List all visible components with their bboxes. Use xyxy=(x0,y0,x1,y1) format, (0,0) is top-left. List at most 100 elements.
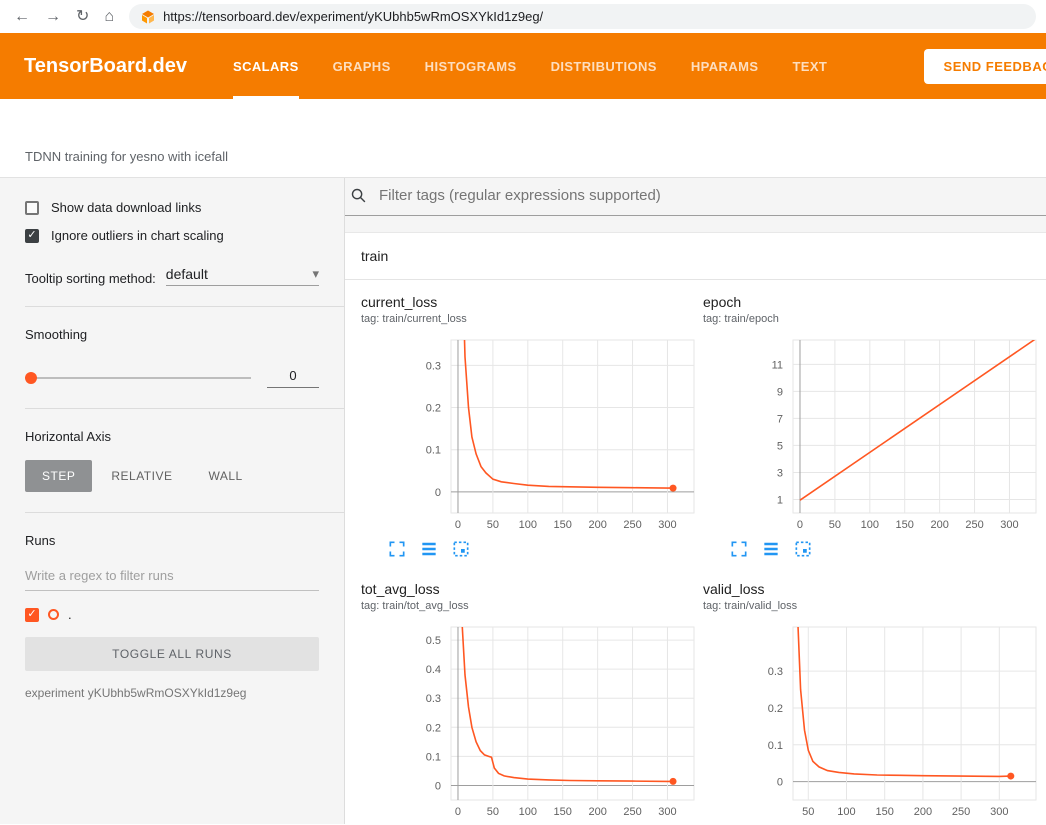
chart-plot[interactable]: 00.10.20.350100150200250300 xyxy=(703,622,1038,822)
home-icon[interactable]: ⌂ xyxy=(104,9,114,25)
expand-chart-icon[interactable] xyxy=(387,539,407,559)
smoothing-slider[interactable] xyxy=(25,377,251,379)
divider xyxy=(25,408,344,409)
back-icon[interactable]: ← xyxy=(14,9,30,25)
svg-text:100: 100 xyxy=(519,806,537,818)
url-text: https://tensorboard.dev/experiment/yKUbh… xyxy=(163,9,543,24)
nav-tabs: SCALARS GRAPHS HISTOGRAMS DISTRIBUTIONS … xyxy=(233,33,827,99)
refresh-icon[interactable]: ↻ xyxy=(76,9,89,25)
svg-text:100: 100 xyxy=(519,519,537,531)
search-icon xyxy=(350,187,367,204)
experiment-title-strip: TDNN training for yesno with icefall xyxy=(0,99,1046,178)
axis-wall-button[interactable]: WALL xyxy=(191,460,259,492)
chart-plot[interactable]: 1357911050100150200250300 xyxy=(703,335,1038,535)
tooltip-sorting-label: Tooltip sorting method: xyxy=(25,271,156,286)
svg-text:50: 50 xyxy=(829,519,841,531)
svg-text:5: 5 xyxy=(777,440,783,452)
chart-title: tot_avg_loss xyxy=(361,581,703,597)
chart-title: current_loss xyxy=(361,294,703,310)
page: ← → ↻ ⌂ https://tensorboard.dev/experime… xyxy=(0,0,1046,825)
ignore-outliers-row: Ignore outliers in chart scaling xyxy=(25,228,319,243)
toggle-all-runs-button[interactable]: TOGGLE ALL RUNS xyxy=(25,637,319,671)
svg-text:200: 200 xyxy=(588,519,606,531)
svg-text:0.4: 0.4 xyxy=(426,664,441,676)
chart-plot[interactable]: 00.10.20.3050100150200250300 xyxy=(361,335,696,535)
ignore-outliers-label: Ignore outliers in chart scaling xyxy=(51,228,224,243)
tooltip-sorting-dropdown[interactable]: default xyxy=(166,265,319,286)
svg-text:0: 0 xyxy=(435,780,441,792)
run-name: . xyxy=(68,607,72,622)
runs-label: Runs xyxy=(25,533,319,548)
dropdown-arrow-icon xyxy=(312,265,319,282)
svg-text:7: 7 xyxy=(777,413,783,425)
tensorboard-favicon-icon xyxy=(141,10,155,24)
sidebar: Show data download links Ignore outliers… xyxy=(0,178,345,824)
axis-step-button[interactable]: STEP xyxy=(25,460,92,492)
tab-distributions[interactable]: DISTRIBUTIONS xyxy=(551,33,657,99)
svg-text:50: 50 xyxy=(802,806,814,818)
data-table-icon[interactable] xyxy=(761,539,781,559)
expand-chart-icon[interactable] xyxy=(729,539,749,559)
runs-filter-input[interactable] xyxy=(25,562,319,591)
fit-domain-icon[interactable] xyxy=(793,539,813,559)
svg-text:250: 250 xyxy=(623,806,641,818)
svg-text:200: 200 xyxy=(588,806,606,818)
address-bar[interactable]: https://tensorboard.dev/experiment/yKUbh… xyxy=(129,4,1036,29)
svg-text:150: 150 xyxy=(896,519,914,531)
browser-chrome: ← → ↻ ⌂ https://tensorboard.dev/experime… xyxy=(0,0,1046,33)
divider xyxy=(25,306,344,307)
tag-filter-input[interactable] xyxy=(377,186,1040,205)
svg-text:0.1: 0.1 xyxy=(768,740,783,752)
data-table-icon[interactable] xyxy=(419,539,439,559)
chart-plot[interactable]: 00.10.20.30.40.5050100150200250300 xyxy=(361,622,696,822)
tab-graphs[interactable]: GRAPHS xyxy=(333,33,391,99)
svg-text:0.1: 0.1 xyxy=(426,445,441,457)
svg-text:250: 250 xyxy=(623,519,641,531)
smoothing-value[interactable]: 0 xyxy=(267,368,319,388)
svg-text:200: 200 xyxy=(914,806,932,818)
show-download-links-checkbox[interactable] xyxy=(25,201,39,215)
app-header: TensorBoard.dev SCALARS GRAPHS HISTOGRAM… xyxy=(0,33,1046,99)
charts-grid: current_loss tag: train/current_loss 00.… xyxy=(345,280,1046,824)
ignore-outliers-checkbox[interactable] xyxy=(25,229,39,243)
smoothing-label: Smoothing xyxy=(25,327,319,342)
chart-card: epoch tag: train/epoch 13579110501001502… xyxy=(703,294,1045,559)
tag-filter-row xyxy=(345,178,1046,216)
experiment-caption: experiment yKUbhb5wRmOSXYkId1z9eg xyxy=(25,686,319,700)
chart-tag: tag: train/tot_avg_loss xyxy=(361,600,703,612)
tab-scalars[interactable]: SCALARS xyxy=(233,33,299,99)
axis-relative-button[interactable]: RELATIVE xyxy=(94,460,189,492)
tab-text[interactable]: TEXT xyxy=(792,33,827,99)
train-section: train current_loss tag: train/current_lo… xyxy=(345,232,1046,824)
run-checkbox[interactable] xyxy=(25,608,39,622)
show-download-links-row: Show data download links xyxy=(25,200,319,215)
tooltip-sorting-row: Tooltip sorting method: default xyxy=(25,265,319,286)
fit-domain-icon[interactable] xyxy=(451,539,471,559)
svg-text:300: 300 xyxy=(658,806,676,818)
smoothing-slider-thumb[interactable] xyxy=(25,372,37,384)
svg-text:0: 0 xyxy=(455,519,461,531)
svg-text:200: 200 xyxy=(930,519,948,531)
forward-icon[interactable]: → xyxy=(45,9,61,25)
svg-text:150: 150 xyxy=(554,806,572,818)
svg-text:0.2: 0.2 xyxy=(426,722,441,734)
svg-text:0.3: 0.3 xyxy=(768,666,783,678)
svg-text:0: 0 xyxy=(797,519,803,531)
main-content: train current_loss tag: train/current_lo… xyxy=(345,178,1046,824)
send-feedback-button[interactable]: SEND FEEDBACK xyxy=(924,49,1046,84)
svg-text:300: 300 xyxy=(658,519,676,531)
tooltip-sorting-value: default xyxy=(166,266,208,282)
chart-actions xyxy=(729,539,1045,559)
train-section-header[interactable]: train xyxy=(345,233,1046,280)
tab-histograms[interactable]: HISTOGRAMS xyxy=(425,33,517,99)
app-logo[interactable]: TensorBoard.dev xyxy=(24,33,187,99)
svg-text:1: 1 xyxy=(777,494,783,506)
svg-text:250: 250 xyxy=(952,806,970,818)
run-color-swatch-icon xyxy=(48,609,59,620)
chart-title: valid_loss xyxy=(703,581,1045,597)
tab-hparams[interactable]: HPARAMS xyxy=(691,33,759,99)
horizontal-axis-label: Horizontal Axis xyxy=(25,429,319,444)
divider xyxy=(25,512,344,513)
chart-card: current_loss tag: train/current_loss 00.… xyxy=(361,294,703,559)
svg-text:0.2: 0.2 xyxy=(426,403,441,415)
